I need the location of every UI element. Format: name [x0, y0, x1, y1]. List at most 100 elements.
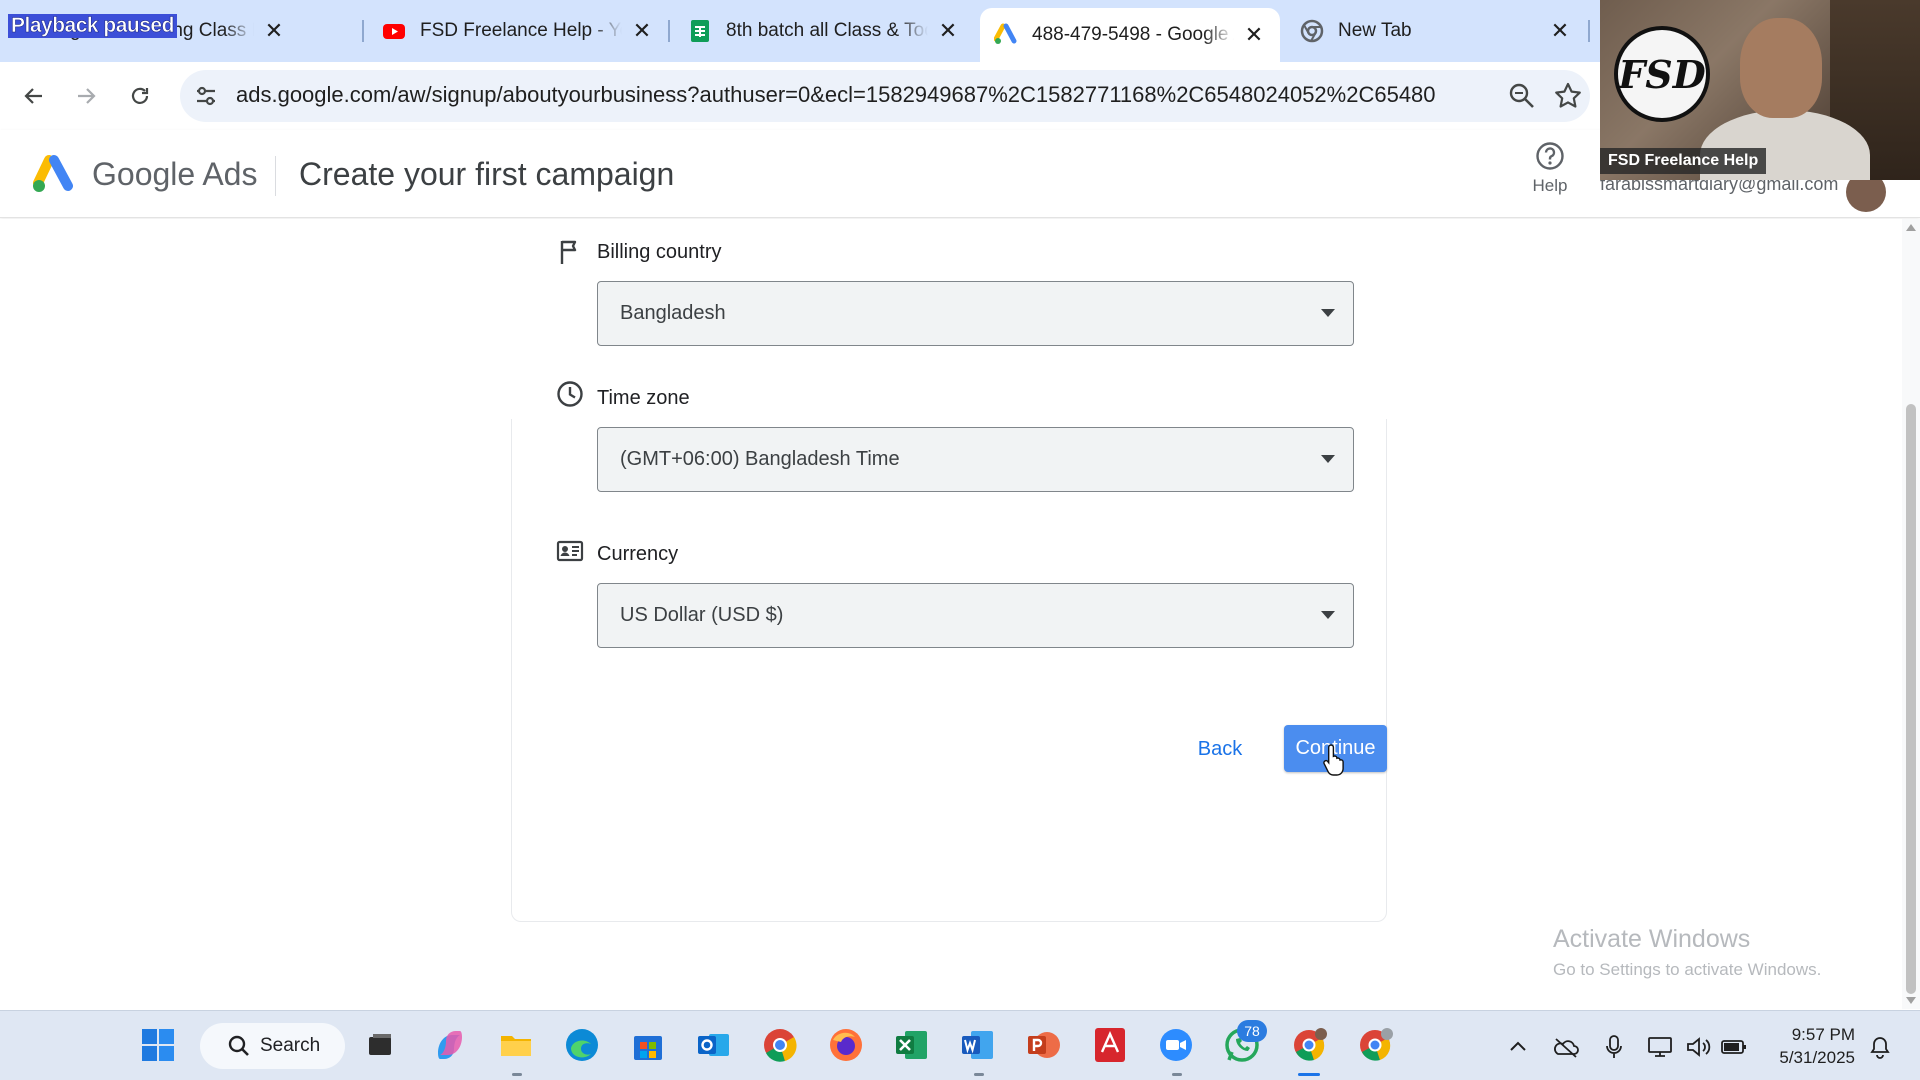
notifications-icon[interactable]: [1866, 1033, 1894, 1061]
scrollbar-thumb[interactable]: [1906, 404, 1916, 994]
close-tab-icon[interactable]: ✕: [1548, 19, 1572, 43]
onedrive-icon[interactable]: [1552, 1033, 1580, 1061]
word-icon[interactable]: [956, 1023, 1000, 1067]
site-settings-icon[interactable]: [192, 82, 220, 110]
scroll-up-arrow-icon[interactable]: [1906, 224, 1916, 231]
dropdown-arrow-icon: [1321, 611, 1335, 619]
activate-windows-subtitle: Go to Settings to activate Windows.: [1553, 960, 1822, 979]
close-tab-icon[interactable]: ✕: [630, 19, 654, 43]
tab-youtube[interactable]: FSD Freelance Help - You ✕: [368, 8, 668, 54]
activate-windows-watermark: Activate Windows Go to Settings to activ…: [1553, 925, 1821, 980]
close-tab-icon[interactable]: ✕: [1242, 23, 1266, 47]
currency-value: US Dollar (USD $): [620, 604, 784, 626]
help-button[interactable]: Help: [1530, 140, 1570, 196]
close-tab-icon[interactable]: ✕: [262, 19, 286, 43]
firefox-icon[interactable]: [824, 1023, 868, 1067]
activate-windows-title: Activate Windows: [1553, 925, 1751, 953]
dropdown-arrow-icon: [1321, 309, 1335, 317]
channel-name-label: FSD Freelance Help: [1600, 148, 1767, 174]
tab-separator: [668, 20, 670, 42]
close-tab-icon[interactable]: ✕: [936, 19, 960, 43]
time-zone-select[interactable]: (GMT+06:00) Bangladesh Time: [597, 427, 1354, 492]
currency-select[interactable]: US Dollar (USD $): [597, 583, 1354, 648]
volume-icon[interactable]: [1684, 1033, 1712, 1061]
address-bar[interactable]: ads.google.com/aw/signup/aboutyourbusine…: [180, 70, 1590, 122]
running-indicator: [1172, 1073, 1182, 1076]
tab-google-ads[interactable]: 488-479-5498 - Google A ✕: [980, 8, 1280, 62]
zoom-icon[interactable]: [1506, 80, 1538, 112]
bookmark-star-icon[interactable]: [1552, 80, 1584, 112]
page-scrollbar[interactable]: [1902, 219, 1920, 1009]
tab-separator: [362, 20, 364, 42]
page-content: Billing country Bangladesh Time zone (GM…: [0, 219, 1902, 1009]
powerpoint-icon[interactable]: [1022, 1023, 1066, 1067]
show-hidden-icons-chevron-icon[interactable]: [1504, 1033, 1532, 1061]
help-circle-icon: [1536, 142, 1564, 170]
playback-paused-overlay: Playback paused: [8, 14, 177, 38]
chrome-taskbar-icon[interactable]: [758, 1023, 802, 1067]
clock-icon: [557, 381, 583, 407]
time-zone-value: (GMT+06:00) Bangladesh Time: [620, 448, 900, 470]
header-divider: [275, 156, 276, 196]
currency-label: Currency: [597, 543, 679, 565]
browser-toolbar: ads.google.com/aw/signup/aboutyourbusine…: [0, 62, 1600, 130]
search-icon: [228, 1035, 249, 1056]
back-button[interactable]: Back: [1180, 726, 1260, 772]
scroll-down-arrow-icon[interactable]: [1906, 997, 1916, 1004]
chrome-icon: [1300, 19, 1324, 43]
running-indicator-active: [1298, 1073, 1320, 1076]
dropdown-arrow-icon: [1321, 455, 1335, 463]
microphone-icon[interactable]: [1600, 1033, 1628, 1061]
task-view-icon[interactable]: [358, 1023, 402, 1067]
billing-country-select[interactable]: Bangladesh: [597, 281, 1354, 346]
page-title: Create your first campaign: [299, 156, 675, 192]
whatsapp-notification-badge: 78: [1237, 1020, 1267, 1042]
running-indicator: [512, 1073, 522, 1076]
microsoft-store-icon[interactable]: [626, 1023, 670, 1067]
google-ads-icon: [994, 23, 1018, 47]
tab-separator: [1588, 20, 1590, 42]
acrobat-icon[interactable]: [1088, 1023, 1132, 1067]
url-text[interactable]: ads.google.com/aw/signup/aboutyourbusine…: [236, 82, 1436, 108]
file-explorer-icon[interactable]: [494, 1023, 538, 1067]
chrome-profile-icon[interactable]: [1288, 1023, 1332, 1067]
business-settings-card: [511, 419, 1387, 922]
tab-google-sheets[interactable]: 8th batch all Class & Tool ✕: [674, 8, 974, 54]
zoom-app-icon[interactable]: [1154, 1023, 1198, 1067]
google-ads-logo-icon[interactable]: [32, 154, 76, 194]
chrome-profile-2-icon[interactable]: [1354, 1023, 1398, 1067]
google-sheets-icon: [688, 19, 712, 43]
clock-date: 5/31/2025: [1779, 1048, 1855, 1067]
running-indicator: [974, 1073, 984, 1076]
currency-icon: [556, 540, 584, 562]
edge-icon[interactable]: [560, 1023, 604, 1067]
network-icon[interactable]: [1646, 1033, 1674, 1061]
battery-icon[interactable]: [1720, 1033, 1748, 1061]
reload-icon[interactable]: [120, 76, 160, 116]
taskbar-search-box[interactable]: Search: [200, 1023, 345, 1069]
channel-logo-text: FSD: [1618, 51, 1706, 97]
system-clock[interactable]: 9:57 PM 5/31/2025: [1770, 1023, 1855, 1069]
time-zone-label: Time zone: [597, 387, 690, 409]
taskbar-search-label: Search: [260, 1035, 321, 1056]
brand-ads: Ads: [202, 156, 258, 192]
outlook-icon[interactable]: [692, 1023, 736, 1067]
tab-title: New Tab: [1338, 20, 1412, 41]
flag-icon: [560, 240, 577, 264]
brand-google: Google: [92, 156, 196, 192]
tab-title: 8th batch all Class & Tool: [726, 20, 928, 41]
billing-country-label: Billing country: [597, 241, 722, 263]
windows-taskbar: Search 78 9:57 PM 5/31/2025: [0, 1010, 1920, 1080]
tab-new-tab[interactable]: New Tab ✕: [1286, 8, 1586, 54]
billing-country-value: Bangladesh: [620, 302, 726, 324]
webcam-overlay: FSD FSD Freelance Help: [1600, 0, 1920, 180]
help-label: Help: [1532, 176, 1568, 195]
tab-title: FSD Freelance Help - You: [420, 20, 622, 41]
copilot-icon[interactable]: [428, 1023, 472, 1067]
windows-start-icon[interactable]: [136, 1023, 180, 1067]
clock-time: 9:57 PM: [1791, 1025, 1855, 1044]
back-arrow-icon[interactable]: [14, 76, 54, 116]
tab-title: 488-479-5498 - Google A: [1032, 24, 1234, 45]
forward-arrow-icon[interactable]: [66, 76, 106, 116]
excel-icon[interactable]: [890, 1023, 934, 1067]
